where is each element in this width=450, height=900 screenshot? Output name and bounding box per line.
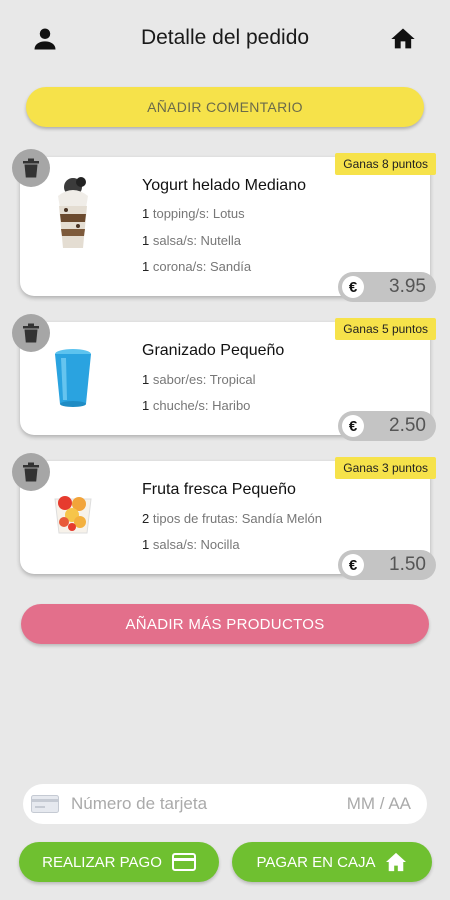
frozen-yogurt-cup-image [44, 173, 102, 251]
delete-button[interactable] [12, 453, 50, 491]
credit-card-icon [31, 795, 59, 813]
add-more-products-button[interactable]: AÑADIR MÁS PRODUCTOS [21, 604, 429, 644]
product-card: Ganas 3 puntos Fruta fresca Pequeño 2 ti… [12, 453, 436, 580]
product-option: 1 topping/s: Lotus [142, 206, 245, 221]
pay-at-cashier-button[interactable]: PAGAR EN CAJA [232, 842, 432, 882]
trash-icon [23, 158, 39, 178]
points-badge: Ganas 8 puntos [335, 153, 436, 175]
trash-icon [23, 323, 39, 343]
price-value: 3.95 [389, 276, 426, 297]
product-option: 1 corona/s: Sandía [142, 259, 252, 274]
product-option: 1 salsa/s: Nocilla [142, 537, 240, 552]
header: Detalle del pedido [0, 0, 450, 76]
euro-icon: € [342, 415, 364, 437]
fruit-cup-image [44, 489, 102, 537]
price-tag: € 3.95 [338, 272, 436, 302]
price-value: 2.50 [389, 415, 426, 436]
price-tag: € 2.50 [338, 411, 436, 441]
trash-icon [23, 462, 39, 482]
home-icon [385, 852, 407, 872]
pay-now-button[interactable]: REALIZAR PAGO [19, 842, 219, 882]
points-badge: Ganas 5 puntos [335, 318, 436, 340]
product-option: 1 sabor/es: Tropical [142, 372, 256, 387]
product-name: Yogurt helado Mediano [142, 177, 306, 194]
points-badge: Ganas 3 puntos [335, 457, 436, 479]
page-title: Detalle del pedido [140, 26, 310, 49]
add-comment-button[interactable]: AÑADIR COMENTARIO [26, 87, 424, 127]
product-option: 1 chuche/s: Haribo [142, 398, 251, 413]
price-value: 1.50 [389, 554, 426, 575]
product-card: Ganas 5 puntos Granizado Pequeño 1 sabor… [12, 314, 436, 441]
product-option: 2 tipos de frutas: Sandía Melón [142, 511, 322, 526]
euro-icon: € [342, 554, 364, 576]
product-name: Fruta fresca Pequeño [142, 481, 296, 498]
pay-now-label: REALIZAR PAGO [42, 853, 162, 871]
price-tag: € 1.50 [338, 550, 436, 580]
euro-icon: € [342, 276, 364, 298]
blue-cup-image [44, 346, 102, 410]
card-expiry-input[interactable] [321, 794, 411, 814]
card-number-input[interactable] [71, 794, 291, 814]
product-card: Ganas 8 puntos Yogurt helado Mediano 1 t… [12, 149, 436, 302]
card-input-row [23, 784, 427, 824]
product-name: Granizado Pequeño [142, 342, 285, 359]
home-icon[interactable] [386, 22, 420, 56]
credit-card-icon [171, 853, 196, 871]
product-option: 1 salsa/s: Nutella [142, 233, 242, 248]
pay-at-cashier-label: PAGAR EN CAJA [256, 853, 376, 871]
